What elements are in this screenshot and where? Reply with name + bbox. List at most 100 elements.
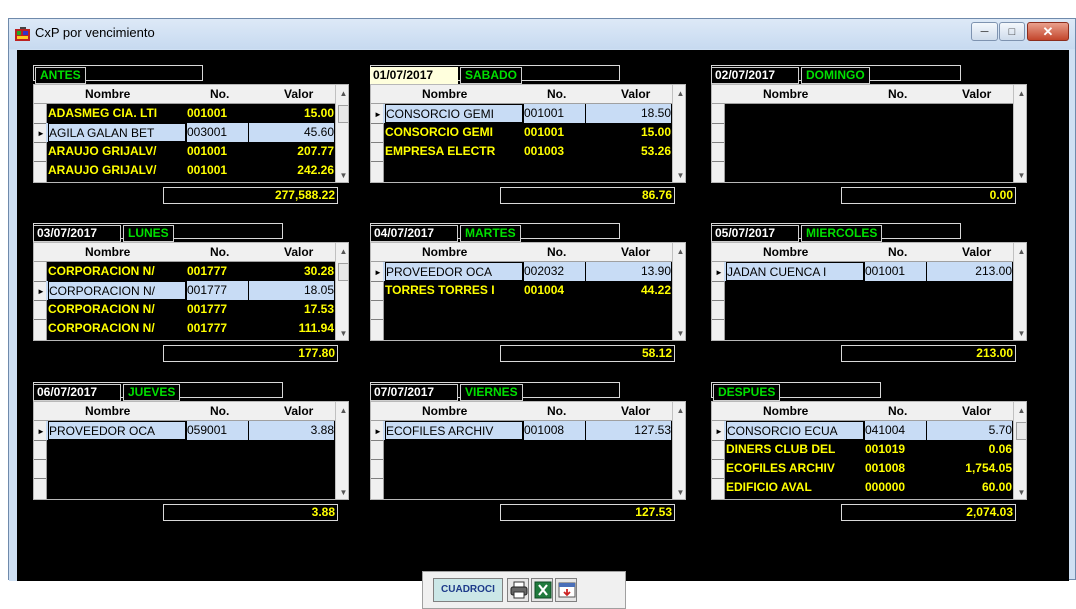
vertical-scrollbar[interactable]: ▲ ▼	[672, 85, 685, 182]
column-no[interactable]: No.	[888, 402, 907, 420]
scroll-down-icon[interactable]: ▼	[673, 329, 685, 338]
column-valor[interactable]: Valor	[962, 402, 991, 420]
column-nombre[interactable]: Nombre	[422, 85, 467, 103]
table-row[interactable]: JADAN CUENCA I 001001 213.00	[724, 262, 1013, 281]
vertical-scrollbar[interactable]: ▲ ▼	[1013, 85, 1026, 182]
scroll-down-icon[interactable]: ▼	[673, 171, 685, 180]
main-window: CxP por vencimiento ─ □ ✕ CUADROCI ANTES…	[8, 18, 1076, 609]
table-row[interactable]: TORRES TORRES I 001004 44.22	[383, 281, 672, 300]
column-no[interactable]: No.	[547, 402, 566, 420]
vertical-scrollbar[interactable]: ▲ ▼	[672, 243, 685, 340]
scroll-down-icon[interactable]: ▼	[336, 171, 348, 180]
panel-grid[interactable]: Nombre No. Valor ▲ ▼	[711, 84, 1027, 183]
minimize-button[interactable]: ─	[971, 22, 998, 41]
table-row[interactable]: ECOFILES ARCHIV 001008 1,754.05	[724, 459, 1013, 478]
table-row[interactable]: CORPORACION N/001777 111.94	[46, 319, 335, 338]
cuadre-button[interactable]: CUADROCI	[433, 578, 503, 602]
column-nombre[interactable]: Nombre	[85, 402, 130, 420]
scroll-up-icon[interactable]: ▲	[1014, 89, 1026, 98]
table-row[interactable]: ARAUJO GRIJALV/001001 207.77	[46, 142, 335, 161]
scroll-down-icon[interactable]: ▼	[1014, 329, 1026, 338]
column-valor[interactable]: Valor	[284, 243, 313, 261]
table-row[interactable]: EMPRESA ELECTR 001003 53.26	[383, 142, 672, 161]
table-row[interactable]: ECOFILES ARCHIV 001008 127.53	[383, 421, 672, 440]
column-valor[interactable]: Valor	[621, 85, 650, 103]
column-nombre[interactable]: Nombre	[422, 402, 467, 420]
column-no[interactable]: No.	[210, 243, 229, 261]
panel-day: LUNES	[123, 225, 174, 242]
column-no[interactable]: No.	[210, 85, 229, 103]
vertical-scrollbar[interactable]: ▲ ▼	[335, 402, 348, 499]
column-nombre[interactable]: Nombre	[763, 243, 808, 261]
column-valor[interactable]: Valor	[621, 402, 650, 420]
table-row[interactable]: PROVEEDOR OCA 059001 3.88	[46, 421, 335, 440]
column-nombre[interactable]: Nombre	[763, 402, 808, 420]
table-row[interactable]: CORPORACION N/001777 18.05	[46, 281, 335, 300]
vertical-scrollbar[interactable]: ▲ ▼	[335, 85, 348, 182]
scroll-down-icon[interactable]: ▼	[336, 329, 348, 338]
column-valor[interactable]: Valor	[284, 85, 313, 103]
table-row[interactable]: PROVEEDOR OCA 002032 13.90	[383, 262, 672, 281]
panel-grid[interactable]: Nombre No. Valor ► CORPORACION N/001777 30.28…	[33, 242, 349, 341]
scroll-up-icon[interactable]: ▲	[1014, 406, 1026, 415]
scroll-down-icon[interactable]: ▼	[673, 488, 685, 497]
scroll-up-icon[interactable]: ▲	[336, 89, 348, 98]
export-excel-button[interactable]	[531, 578, 553, 602]
column-nombre[interactable]: Nombre	[763, 85, 808, 103]
column-no[interactable]: No.	[547, 243, 566, 261]
cell-nombre: ECOFILES ARCHIV	[726, 461, 835, 475]
scroll-thumb[interactable]	[1016, 422, 1026, 440]
table-row[interactable]: CONSORCIO GEMI 001001 15.00	[383, 123, 672, 142]
scroll-up-icon[interactable]: ▲	[1014, 247, 1026, 256]
table-row[interactable]: ADASMEG CIA. LTI 001001 15.00	[46, 104, 335, 123]
scroll-thumb[interactable]	[338, 105, 348, 123]
column-valor[interactable]: Valor	[962, 85, 991, 103]
vertical-scrollbar[interactable]: ▲ ▼	[1013, 402, 1026, 499]
close-button[interactable]: ✕	[1027, 22, 1069, 41]
panel-grid[interactable]: Nombre No. Valor ► CONSORCIO GEMI 001001 18.50…	[370, 84, 686, 183]
title-bar[interactable]: CxP por vencimiento ─ □ ✕	[9, 19, 1075, 49]
vertical-scrollbar[interactable]: ▲ ▼	[335, 243, 348, 340]
column-valor[interactable]: Valor	[621, 243, 650, 261]
column-valor[interactable]: Valor	[284, 402, 313, 420]
print-button[interactable]	[507, 578, 529, 602]
client-area: CUADROCI ANTES Nombre No. Valor ► ADASME…	[17, 50, 1069, 609]
column-nombre[interactable]: Nombre	[85, 243, 130, 261]
scroll-down-icon[interactable]: ▼	[336, 488, 348, 497]
panel-total-box: 277,588.22	[163, 187, 338, 204]
table-row[interactable]: CONSORCIO ECUA 041004 5.70	[724, 421, 1013, 440]
column-no[interactable]: No.	[888, 243, 907, 261]
panel-grid[interactable]: Nombre No. Valor ► ECOFILES ARCHIV 001008 127.…	[370, 401, 686, 500]
scroll-up-icon[interactable]: ▲	[673, 406, 685, 415]
table-row[interactable]: CORPORACION N/001777 30.28	[46, 262, 335, 281]
panel-grid[interactable]: Nombre No. Valor ► PROVEEDOR OCA 002032 13.90 T…	[370, 242, 686, 341]
export-button[interactable]	[555, 578, 577, 602]
maximize-button[interactable]: □	[999, 22, 1025, 41]
scroll-down-icon[interactable]: ▼	[1014, 488, 1026, 497]
panel-grid[interactable]: Nombre No. Valor ► CONSORCIO ECUA 041004 5.70 D…	[711, 401, 1027, 500]
column-no[interactable]: No.	[888, 85, 907, 103]
panel-grid[interactable]: Nombre No. Valor ► JADAN CUENCA I 001001 213.0…	[711, 242, 1027, 341]
scroll-thumb[interactable]	[338, 263, 348, 281]
table-row[interactable]: DINERS CLUB DEL 001019 0.06	[724, 440, 1013, 459]
table-row[interactable]: ARAUJO GRIJALV/001001 242.26	[46, 161, 335, 180]
scroll-up-icon[interactable]: ▲	[673, 89, 685, 98]
scroll-down-icon[interactable]: ▼	[1014, 171, 1026, 180]
vertical-scrollbar[interactable]: ▲ ▼	[672, 402, 685, 499]
column-nombre[interactable]: Nombre	[85, 85, 130, 103]
table-row[interactable]: CORPORACION N/001777 17.53	[46, 300, 335, 319]
column-no[interactable]: No.	[210, 402, 229, 420]
panel-grid[interactable]: Nombre No. Valor ► PROVEEDOR OCA 059001 3.88 ▲ ▼	[33, 401, 349, 500]
scroll-up-icon[interactable]: ▲	[336, 406, 348, 415]
vertical-scrollbar[interactable]: ▲ ▼	[1013, 243, 1026, 340]
scroll-up-icon[interactable]: ▲	[336, 247, 348, 256]
table-row[interactable]: CONSORCIO GEMI 001001 18.50	[383, 104, 672, 123]
panel-grid[interactable]: Nombre No. Valor ► ADASMEG CIA. LTI 001001 15.…	[33, 84, 349, 183]
table-row[interactable]: EDIFICIO AVAL 000000 60.00	[724, 478, 1013, 497]
column-valor[interactable]: Valor	[962, 243, 991, 261]
column-nombre[interactable]: Nombre	[422, 243, 467, 261]
table-row[interactable]: AGILA GALAN BET 003001 45.60	[46, 123, 335, 142]
scroll-up-icon[interactable]: ▲	[673, 247, 685, 256]
column-no[interactable]: No.	[547, 85, 566, 103]
excel-icon	[534, 581, 552, 599]
